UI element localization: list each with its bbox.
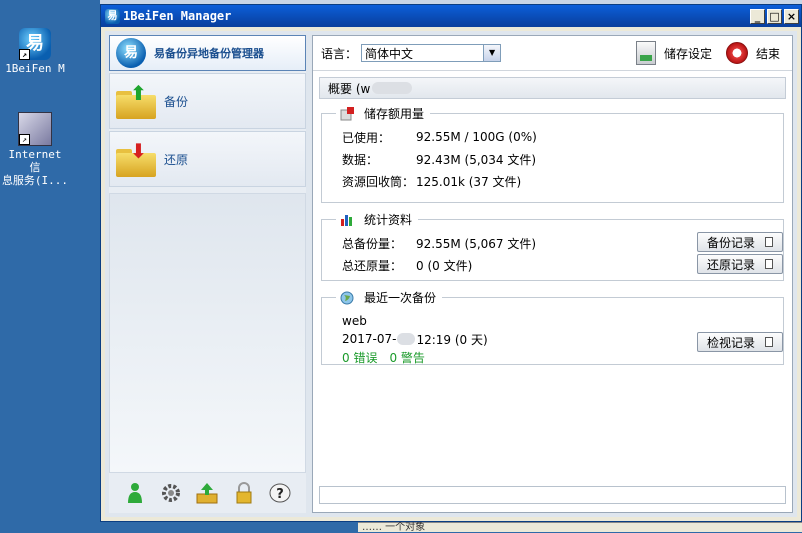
storage-usage-group: 储存额用量 已使用： 92.55M / 100G (0%) 数据： 92.43M (… xyxy=(321,105,784,203)
lock-icon[interactable] xyxy=(232,481,256,505)
svg-text:?: ? xyxy=(276,487,284,502)
error-count: 0 错误 xyxy=(342,350,378,365)
document-icon xyxy=(765,259,773,269)
desktop-icon-label: 1BeiFen M xyxy=(5,62,65,75)
language-select[interactable]: 简体中文 ▼ xyxy=(361,44,502,62)
language-label: 语言： xyxy=(321,46,358,61)
desktop-icon-label: Internet 信 息服务(I... xyxy=(1,148,69,187)
app-name: 易备份异地备份管理器 xyxy=(154,47,264,60)
shortcut-arrow-icon: ↗ xyxy=(19,49,30,60)
storage-row-used: 已使用： 92.55M / 100G (0%) xyxy=(342,130,537,145)
globe-icon xyxy=(340,291,354,304)
language-select-value: 简体中文 xyxy=(365,46,414,61)
maximize-button[interactable]: □ xyxy=(767,8,782,24)
statistics-group-title: 统计资料 xyxy=(336,211,419,228)
storage-group-title: 储存额用量 xyxy=(336,105,431,122)
iis-manager-icon: ↗ xyxy=(18,112,52,146)
user-icon[interactable] xyxy=(123,481,147,505)
bar-chart-icon xyxy=(341,214,352,226)
background-status-strip: …… 一个对象 xyxy=(358,522,802,533)
sidebar-item-label: 还原 xyxy=(164,152,189,167)
last-backup-name: web xyxy=(342,314,367,328)
sidebar-empty-area xyxy=(109,193,306,473)
document-icon xyxy=(765,337,773,347)
minimize-button[interactable]: _ xyxy=(750,8,765,24)
main-panel: 语言： 简体中文 ▼ 储存设定 结束 概要 (w 储存额用量 已使用： 92.5… xyxy=(312,35,793,513)
window-title: 1BeiFen Manager xyxy=(123,9,232,23)
sidebar-item-restore[interactable]: ⬇ 还原 xyxy=(109,131,306,187)
upload-icon[interactable] xyxy=(195,481,219,505)
statistics-group: 统计资料 总备份量： 92.55M (5,067 文件) 总还原量： 0 (0 文件… xyxy=(321,211,784,281)
storage-row-recycle: 资源回收筒： 125.01k (37 文件) xyxy=(342,174,522,189)
sidebar-item-backup[interactable]: ⬆ 备份 xyxy=(109,73,306,129)
gear-icon[interactable] xyxy=(159,481,183,505)
restore-folder-icon: ⬇ xyxy=(114,141,158,177)
top-toolbar: 语言： 简体中文 ▼ 储存设定 结束 xyxy=(313,36,792,71)
save-settings-button[interactable]: 储存设定 xyxy=(635,41,712,65)
last-backup-group: 最近一次备份 web 2017-07- 12:19 (0 天) 0 错误 0 警… xyxy=(321,289,784,365)
redacted-area xyxy=(372,82,413,94)
power-icon xyxy=(725,42,748,64)
sidebar-footer-toolbar: ? xyxy=(109,473,306,513)
sidebar-item-label: 备份 xyxy=(164,94,189,109)
save-settings-label: 储存设定 xyxy=(663,46,712,61)
title-bar[interactable]: 易 1BeiFen Manager _ □ × xyxy=(101,5,801,27)
exit-label: 结束 xyxy=(755,46,780,61)
document-icon xyxy=(765,237,773,247)
overview-title: 概要 (w xyxy=(328,81,371,96)
warning-count: 0 警告 xyxy=(389,350,425,365)
desktop-icon-iis[interactable]: ↗ Internet 信 息服务(I... xyxy=(0,112,70,187)
redacted-area xyxy=(397,333,416,345)
shortcut-arrow-icon: ↗ xyxy=(19,134,30,145)
save-settings-icon xyxy=(635,41,656,65)
backup-log-button[interactable]: 备份记录 xyxy=(697,232,783,252)
last-backup-group-title: 最近一次备份 xyxy=(336,289,443,306)
app-logo-icon: 易 xyxy=(116,38,146,68)
storage-row-data: 数据： 92.43M (5,034 文件) xyxy=(342,152,537,167)
status-bar xyxy=(319,486,786,504)
overview-header: 概要 (w xyxy=(319,77,786,99)
view-log-button[interactable]: 检视记录 xyxy=(697,332,783,352)
help-icon[interactable]: ? xyxy=(268,481,292,505)
window-client-area: 易 易备份异地备份管理器 ⬆ 备份 ⬇ 还原 ? 语言： 简体中文 ▼ 储存设定… xyxy=(105,31,797,517)
exit-button[interactable]: 结束 xyxy=(725,42,780,64)
sidebar-header[interactable]: 易 易备份异地备份管理器 xyxy=(109,35,306,71)
chevron-down-icon[interactable]: ▼ xyxy=(483,45,501,61)
desktop-icon-1beifen[interactable]: 易 ↗ 1BeiFen M xyxy=(0,28,70,75)
backup-folder-icon: ⬆ xyxy=(114,83,158,119)
1beifen-app-icon: 易 ↗ xyxy=(19,28,51,60)
close-button[interactable]: × xyxy=(784,8,799,24)
app-title-icon: 易 xyxy=(105,8,120,24)
restore-log-button[interactable]: 还原记录 xyxy=(697,254,783,274)
sidebar: 易 易备份异地备份管理器 ⬆ 备份 ⬇ 还原 ? xyxy=(109,35,306,513)
storage-icon xyxy=(340,106,354,120)
app-window: 易 1BeiFen Manager _ □ × 易 易备份异地备份管理器 ⬆ 备… xyxy=(100,4,802,522)
